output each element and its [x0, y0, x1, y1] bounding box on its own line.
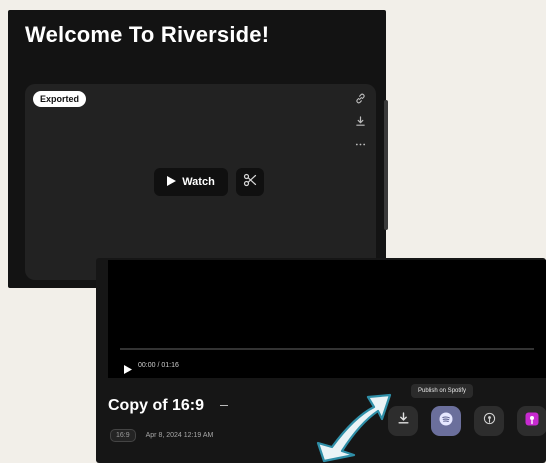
podcast-icon — [483, 412, 496, 430]
scissors-icon — [243, 173, 257, 192]
scrollbar[interactable] — [384, 100, 388, 230]
video-card[interactable]: Exported Watch — [25, 84, 376, 280]
publish-tooltip: Publish on Spotify — [411, 384, 474, 398]
publish-spotify-button[interactable] — [431, 406, 461, 436]
download-icon — [397, 412, 410, 430]
download-icon[interactable] — [353, 114, 367, 128]
play-icon — [167, 175, 177, 189]
aspect-badge: 16:9 — [110, 429, 136, 442]
publish-podcast-button[interactable] — [474, 406, 504, 436]
playback-progress[interactable] — [120, 348, 534, 350]
playback-time: 00:00 / 01:16 — [138, 362, 179, 369]
title-edit-dash — [220, 405, 228, 406]
recording-meta: 16:9 Apr 8, 2024 12:19 AM — [110, 429, 213, 442]
watch-button[interactable]: Watch — [154, 168, 228, 196]
spotify-icon — [439, 412, 453, 431]
edit-clip-button[interactable] — [236, 168, 264, 196]
play-icon[interactable] — [124, 361, 132, 379]
recording-date: Apr 8, 2024 12:19 AM — [145, 432, 214, 439]
video-player[interactable]: 00:00 / 01:16 — [108, 260, 546, 378]
arrow-pointer — [316, 393, 392, 463]
apple-podcasts-icon — [525, 412, 539, 431]
riverside-home-panel: Welcome To Riverside! Exported Watch — [8, 10, 388, 288]
publish-apple-podcasts-button[interactable] — [517, 406, 546, 436]
more-icon[interactable] — [353, 137, 367, 151]
recording-title[interactable]: Copy of 16:9 — [108, 397, 204, 415]
link-icon[interactable] — [353, 91, 367, 105]
watch-label: Watch — [182, 176, 215, 188]
page-title: Welcome To Riverside! — [25, 22, 270, 47]
status-badge: Exported — [33, 91, 87, 107]
card-toolbar — [353, 91, 367, 151]
